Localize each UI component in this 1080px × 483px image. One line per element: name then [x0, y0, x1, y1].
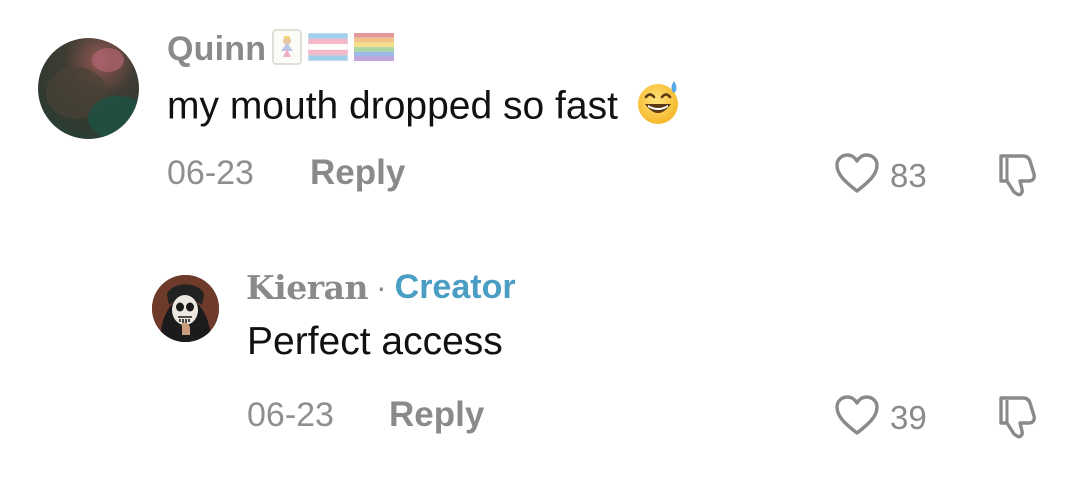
comment-author[interactable]: Quinn [167, 28, 395, 70]
grinning-sweat-emoji-icon [635, 78, 683, 138]
rainbow-flag-badge-icon [354, 32, 395, 66]
comment-date: 06-23 [247, 396, 334, 434]
comment-text-content: my mouth dropped so fast [167, 84, 618, 128]
comment-text: Perfect access [247, 320, 503, 363]
trans-flag-badge-icon [307, 32, 349, 66]
heart-outline-icon [834, 152, 880, 199]
thumbs-down-outline-icon [999, 154, 1036, 197]
dislike-button[interactable] [993, 394, 1041, 445]
heart-outline-icon [834, 394, 880, 441]
like-button[interactable]: 39 [834, 394, 927, 441]
comment-1: Quinn my mouth dropped so fast 06-23 Rep… [0, 0, 1080, 230]
like-button[interactable]: 83 [834, 152, 927, 199]
playing-card-badge-icon [272, 28, 302, 70]
comment-author[interactable]: Kieran · Creator [246, 267, 516, 307]
thumbs-down-outline-icon [999, 396, 1036, 439]
creator-badge: Creator [394, 267, 516, 306]
author-name[interactable]: Kieran [246, 268, 368, 307]
like-count: 83 [890, 156, 927, 194]
like-count: 39 [890, 398, 927, 436]
reply-button[interactable]: Reply [389, 395, 484, 435]
comment-date: 06-23 [167, 154, 254, 192]
avatar[interactable] [38, 38, 139, 139]
author-name[interactable]: Quinn [167, 30, 266, 69]
dislike-button[interactable] [993, 152, 1041, 203]
avatar[interactable] [152, 275, 219, 342]
comment-text: my mouth dropped so fast [167, 78, 683, 138]
reply-button[interactable]: Reply [310, 153, 405, 193]
comment-2 [0, 240, 1080, 483]
separator-dot: · [375, 268, 387, 305]
